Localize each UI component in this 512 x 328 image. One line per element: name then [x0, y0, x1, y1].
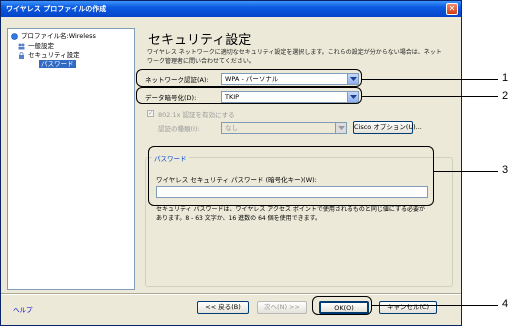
tree-label-security: セキュリティ設定: [28, 51, 80, 59]
page-title: セキュリティ設定: [148, 33, 252, 48]
enable-8021x-label: 802.1x 認証を有効にする: [158, 111, 235, 119]
callout-number-4: 4: [502, 298, 509, 310]
general-settings-icon: [18, 43, 25, 50]
tree-label-password: パスワード: [39, 60, 76, 68]
tree-label-general: 一般設定: [28, 42, 54, 50]
help-link[interactable]: ヘルプ: [13, 304, 33, 314]
callout-1-highlight: [136, 69, 362, 87]
profile-tree: プロファイル名:Wireless 一般設定 セキュリティ設定 パスワード: [7, 28, 135, 290]
profile-icon: [11, 33, 18, 40]
auth-type-select[interactable]: なし: [221, 122, 347, 134]
cisco-options-button[interactable]: Cisco オプション(U)...: [353, 121, 422, 134]
tree-item-password[interactable]: パスワード: [39, 60, 76, 69]
footer-divider: [1, 293, 461, 295]
callout-4-highlight: [312, 296, 372, 315]
title-bar[interactable]: ワイヤレス プロファイルの作成 ✕: [1, 1, 461, 17]
lock-icon: [19, 52, 24, 59]
callout-number-2: 2: [502, 90, 509, 102]
password-note: セキュリティ パスワードは、ワイヤレス アクセス ポイントで使用されるものと同じ…: [156, 206, 425, 222]
callout-line-4: [372, 305, 498, 306]
callout-line-3: [434, 171, 498, 172]
callout-number-3: 3: [502, 164, 509, 176]
tree-label-profile: プロファイル名:Wireless: [21, 32, 96, 40]
callout-line-2: [362, 96, 498, 97]
enable-8021x-checkbox[interactable]: ✓: [147, 110, 154, 117]
callout-2-highlight: [136, 87, 362, 104]
page-description: ワイヤレス ネットワークに適切なセキュリティ設定を選択します。これらの設定が分か…: [147, 49, 442, 65]
callout-3-highlight: [148, 146, 434, 206]
next-button[interactable]: 次へ(N) >>: [257, 301, 307, 314]
callout-number-1: 1: [502, 72, 509, 84]
close-icon: ✕: [448, 4, 456, 13]
auth-type-label: 認証の種類(I):: [158, 125, 200, 133]
chevron-down-icon[interactable]: [335, 123, 346, 133]
back-button[interactable]: << 戻る(B): [197, 301, 249, 314]
close-button[interactable]: ✕: [446, 3, 458, 15]
auth-type-value: なし: [225, 124, 238, 132]
cancel-button[interactable]: キャンセル(C): [379, 301, 437, 314]
callout-line-1: [362, 79, 498, 80]
window-title: ワイヤレス プロファイルの作成: [6, 5, 107, 13]
